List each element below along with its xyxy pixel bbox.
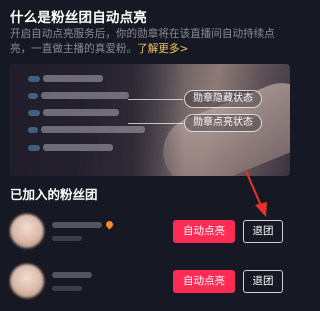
- preview-chat-line: [28, 125, 145, 134]
- info-title: 什么是粉丝团自动点亮: [10, 10, 147, 26]
- badge-hidden-status-label: 勋章隐藏状态: [184, 90, 262, 108]
- avatar: [10, 264, 44, 298]
- fire-icon: [104, 219, 115, 230]
- preview-chat-line: [28, 91, 129, 100]
- auto-light-button[interactable]: 自动点亮: [173, 220, 235, 243]
- club-level-redacted: [52, 236, 82, 241]
- badge-lit-status-label: 勋章点亮状态: [184, 114, 262, 132]
- quit-club-button[interactable]: 退团: [243, 220, 283, 243]
- preview-chat-line: [28, 74, 103, 83]
- fan-club-row: 自动点亮 退团: [0, 258, 300, 304]
- joined-clubs-title: 已加入的粉丝团: [10, 187, 98, 202]
- avatar: [10, 214, 44, 248]
- hidden-badge-connector: [128, 99, 183, 100]
- lit-badge-connector: [128, 123, 183, 124]
- badge-preview-image: 勋章隐藏状态 勋章点亮状态: [10, 64, 290, 176]
- quit-club-button[interactable]: 退团: [243, 270, 283, 293]
- fan-club-auto-light-screen: 什么是粉丝团自动点亮 开启自动点亮服务后，你的勋章将在该直播间自动持续点亮，一直…: [0, 0, 300, 311]
- club-level-redacted: [52, 286, 82, 291]
- learn-more-link[interactable]: 了解更多>: [137, 43, 188, 55]
- preview-chat-line: [28, 108, 119, 117]
- auto-light-button[interactable]: 自动点亮: [173, 270, 235, 293]
- club-name-redacted: [52, 272, 92, 278]
- club-name-redacted: [52, 222, 102, 228]
- fan-club-row: 自动点亮 退团: [0, 208, 300, 254]
- info-description: 开启自动点亮服务后，你的勋章将在该直播间自动持续点亮，一直做主播的真爱粉。了解更…: [10, 27, 294, 57]
- preview-chat-line: [28, 143, 113, 152]
